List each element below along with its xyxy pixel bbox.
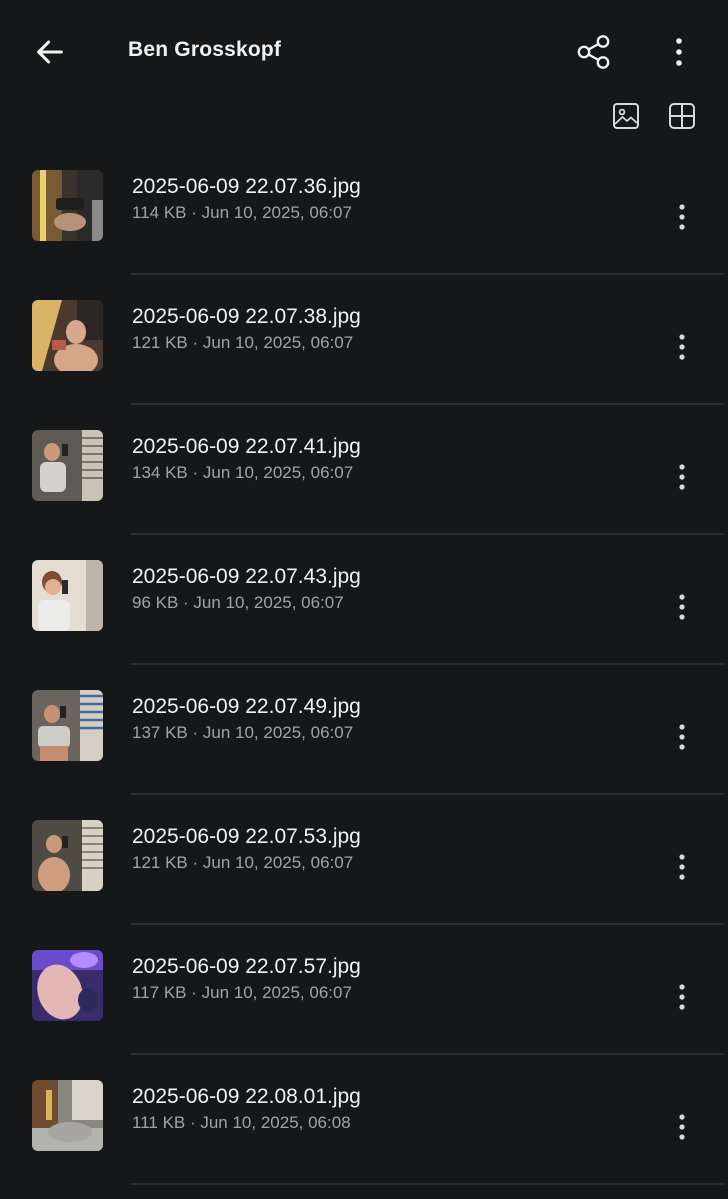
- file-meta: 137 KB · Jun 10, 2025, 06:07: [132, 723, 354, 742]
- more-vertical-icon: [679, 984, 685, 1010]
- file-name: 2025-06-09 22.07.41.jpg: [132, 435, 361, 458]
- file-thumbnail: [32, 300, 103, 371]
- file-name: 2025-06-09 22.07.38.jpg: [132, 305, 361, 328]
- row-more-button[interactable]: [662, 457, 702, 497]
- row-divider: [131, 1183, 724, 1185]
- row-more-button[interactable]: [662, 977, 702, 1017]
- back-button[interactable]: [20, 28, 80, 76]
- file-row[interactable]: 2025-06-09 22.07.53.jpg 121 KB · Jun 10,…: [0, 795, 728, 925]
- more-vertical-icon: [679, 594, 685, 620]
- more-vertical-icon: [679, 854, 685, 880]
- file-meta: 117 KB · Jun 10, 2025, 06:07: [132, 983, 352, 1002]
- file-row[interactable]: 2025-06-09 22.07.43.jpg 96 KB · Jun 10, …: [0, 535, 728, 665]
- file-row[interactable]: 2025-06-09 22.07.38.jpg 121 KB · Jun 10,…: [0, 275, 728, 405]
- share-icon: [577, 35, 610, 69]
- file-thumbnail: [32, 820, 103, 891]
- file-row[interactable]: 2025-06-09 22.07.49.jpg 137 KB · Jun 10,…: [0, 665, 728, 795]
- more-vertical-icon: [676, 38, 682, 66]
- image-view-button[interactable]: [604, 96, 648, 136]
- grid-icon: [669, 103, 695, 129]
- file-name: 2025-06-09 22.07.57.jpg: [132, 955, 361, 978]
- more-vertical-icon: [679, 204, 685, 230]
- file-name: 2025-06-09 22.07.43.jpg: [132, 565, 361, 588]
- view-toggle-bar: [0, 96, 728, 136]
- file-meta: 121 KB · Jun 10, 2025, 06:07: [132, 853, 354, 872]
- file-name: 2025-06-09 22.08.01.jpg: [132, 1085, 361, 1108]
- file-row[interactable]: 2025-06-09 22.07.57.jpg 117 KB · Jun 10,…: [0, 925, 728, 1055]
- file-thumbnail: [32, 1080, 103, 1151]
- file-row[interactable]: 2025-06-09 22.07.41.jpg 134 KB · Jun 10,…: [0, 405, 728, 535]
- file-thumbnail: [32, 690, 103, 761]
- file-thumbnail: [32, 950, 103, 1021]
- more-vertical-icon: [679, 724, 685, 750]
- file-thumbnail: [32, 560, 103, 631]
- more-vertical-icon: [679, 334, 685, 360]
- file-list: 2025-06-09 22.07.36.jpg 114 KB · Jun 10,…: [0, 145, 728, 1185]
- file-meta: 114 KB · Jun 10, 2025, 06:07: [132, 203, 352, 222]
- arrow-left-icon: [37, 40, 63, 64]
- file-meta: 121 KB · Jun 10, 2025, 06:07: [132, 333, 354, 352]
- row-more-button[interactable]: [662, 587, 702, 627]
- row-more-button[interactable]: [662, 717, 702, 757]
- file-name: 2025-06-09 22.07.36.jpg: [132, 175, 361, 198]
- top-app-bar: Ben Grosskopf: [0, 0, 728, 100]
- file-thumbnail: [32, 430, 103, 501]
- file-name: 2025-06-09 22.07.49.jpg: [132, 695, 361, 718]
- file-row[interactable]: 2025-06-09 22.07.36.jpg 114 KB · Jun 10,…: [0, 145, 728, 275]
- file-browser-screen: Ben Grosskopf 2025-06-09 22.07.36.jpg 11…: [0, 0, 728, 1199]
- file-meta: 96 KB · Jun 10, 2025, 06:07: [132, 593, 344, 612]
- share-button[interactable]: [568, 28, 620, 76]
- file-meta: 134 KB · Jun 10, 2025, 06:07: [132, 463, 354, 482]
- file-name: 2025-06-09 22.07.53.jpg: [132, 825, 361, 848]
- row-more-button[interactable]: [662, 1107, 702, 1147]
- image-icon: [613, 103, 639, 129]
- row-more-button[interactable]: [662, 847, 702, 887]
- file-meta: 111 KB · Jun 10, 2025, 06:08: [132, 1113, 351, 1132]
- row-more-button[interactable]: [662, 327, 702, 367]
- page-title: Ben Grosskopf: [128, 38, 282, 61]
- grid-view-button[interactable]: [660, 96, 704, 136]
- file-thumbnail: [32, 170, 103, 241]
- more-vertical-icon: [679, 464, 685, 490]
- file-row[interactable]: 2025-06-09 22.08.01.jpg 111 KB · Jun 10,…: [0, 1055, 728, 1185]
- more-options-button[interactable]: [654, 28, 704, 76]
- row-more-button[interactable]: [662, 197, 702, 237]
- more-vertical-icon: [679, 1114, 685, 1140]
